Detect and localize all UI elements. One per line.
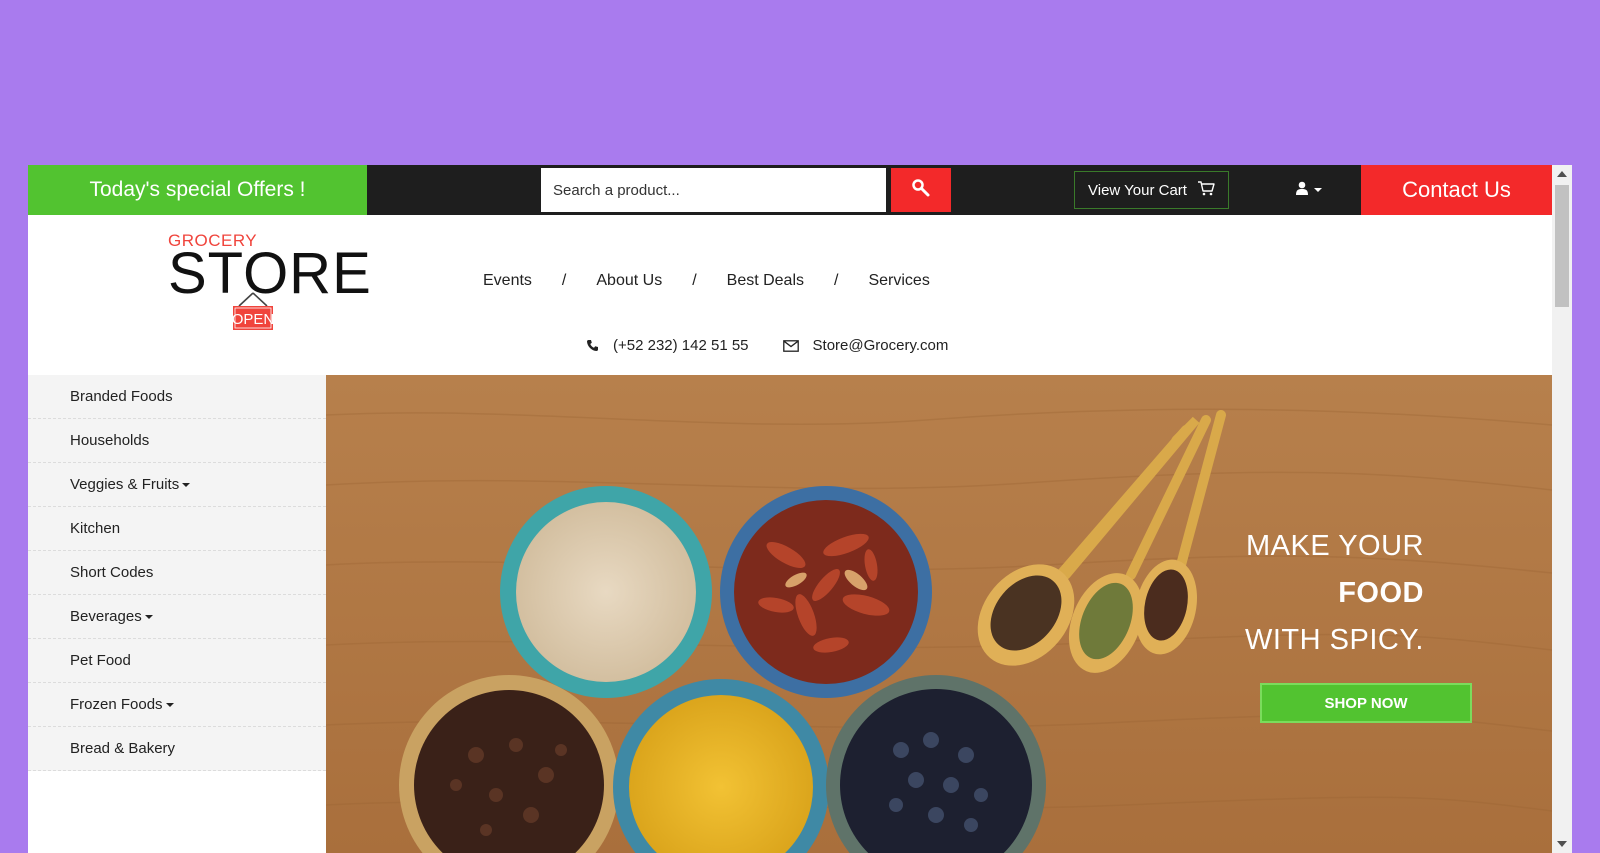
chevron-down-icon [165,702,174,707]
sidebar-item-bread-bakery[interactable]: Bread & Bakery [28,727,326,771]
hero-headline: MAKE YOUR FOOD WITH SPICY. [1184,523,1424,664]
envelope-icon [782,339,799,352]
nav-separator: / [834,272,839,289]
phone-icon [586,339,599,352]
main-nav: Events / About Us / Best Deals / Service… [483,272,930,290]
sidebar-item-label: Households [70,432,150,449]
open-sign-icon: OPEN [232,292,275,330]
contact-us-button[interactable]: Contact Us [1361,165,1552,215]
search-input[interactable] [541,168,886,212]
shop-now-button[interactable]: SHOP NOW [1260,683,1472,723]
user-menu[interactable] [1295,178,1322,202]
phone-number[interactable]: (+52 232) 142 51 55 [613,337,749,354]
email-address[interactable]: Store@Grocery.com [813,337,949,354]
view-cart-button[interactable]: View Your Cart [1074,171,1229,209]
sidebar-item-label: Bread & Bakery [70,740,176,757]
sidebar-item-short-codes[interactable]: Short Codes [28,551,326,595]
scroll-down-arrow-icon[interactable] [1557,841,1567,847]
sidebar-item-label: Kitchen [70,520,121,537]
category-sidebar: Branded Foods Households Veggies & Fruit… [28,375,326,853]
store-logo[interactable]: GROCERY STORE OPEN [168,231,378,341]
hero-line-2: FOOD [1338,577,1424,609]
top-bar: Today's special Offers ! View Your Cart [28,165,1552,215]
contact-us-label: Contact Us [1402,177,1511,202]
nav-link-services[interactable]: Services [868,272,929,290]
sidebar-item-kitchen[interactable]: Kitchen [28,507,326,551]
sidebar-item-label: Veggies & Fruits [70,476,180,493]
nav-separator: / [561,272,567,289]
nav-separator: / [692,272,697,289]
sidebar-item-branded-foods[interactable]: Branded Foods [28,375,326,419]
special-offers-banner[interactable]: Today's special Offers ! [28,165,367,215]
browser-window: Today's special Offers ! View Your Cart [28,165,1572,853]
sidebar-item-frozen-foods[interactable]: Frozen Foods [28,683,326,727]
sidebar-item-beverages[interactable]: Beverages [28,595,326,639]
contact-info: (+52 232) 142 51 55 Store@Grocery.com [586,337,948,354]
sidebar-item-households[interactable]: Households [28,419,326,463]
vertical-scrollbar[interactable] [1552,165,1572,853]
chevron-down-icon [1314,188,1322,192]
sidebar-item-label: Pet Food [70,652,131,669]
hero-line-3: WITH SPICY. [1245,624,1424,656]
nav-link-events[interactable]: Events [483,272,532,290]
user-icon [1295,181,1309,200]
nav-link-best-deals[interactable]: Best Deals [727,272,804,290]
special-offers-label: Today's special Offers ! [89,178,306,201]
nav-link-about-us[interactable]: About Us [596,272,662,290]
chevron-down-icon [182,482,191,487]
open-sign-text: OPEN [232,311,275,328]
scrollbar-thumb[interactable] [1555,185,1569,307]
hero-banner: MAKE YOUR FOOD WITH SPICY. SHOP NOW [326,375,1552,853]
scroll-up-arrow-icon[interactable] [1557,171,1567,177]
cart-icon [1197,180,1215,200]
sidebar-item-label: Branded Foods [70,388,173,405]
hero-line-1: MAKE YOUR [1245,530,1424,562]
sidebar-item-pet-food[interactable]: Pet Food [28,639,326,683]
view-cart-label: View Your Cart [1088,181,1187,199]
sidebar-item-label: Short Codes [70,564,154,581]
chevron-down-icon [144,614,153,619]
search-button[interactable] [891,168,951,212]
shop-now-label: SHOP NOW [1324,694,1408,712]
site-header: GROCERY STORE OPEN Events / About Us / B… [28,215,1552,375]
sidebar-item-label: Frozen Foods [70,696,163,713]
search-icon [911,178,931,203]
sidebar-item-label: Beverages [70,608,142,625]
sidebar-item-veggies-fruits[interactable]: Veggies & Fruits [28,463,326,507]
